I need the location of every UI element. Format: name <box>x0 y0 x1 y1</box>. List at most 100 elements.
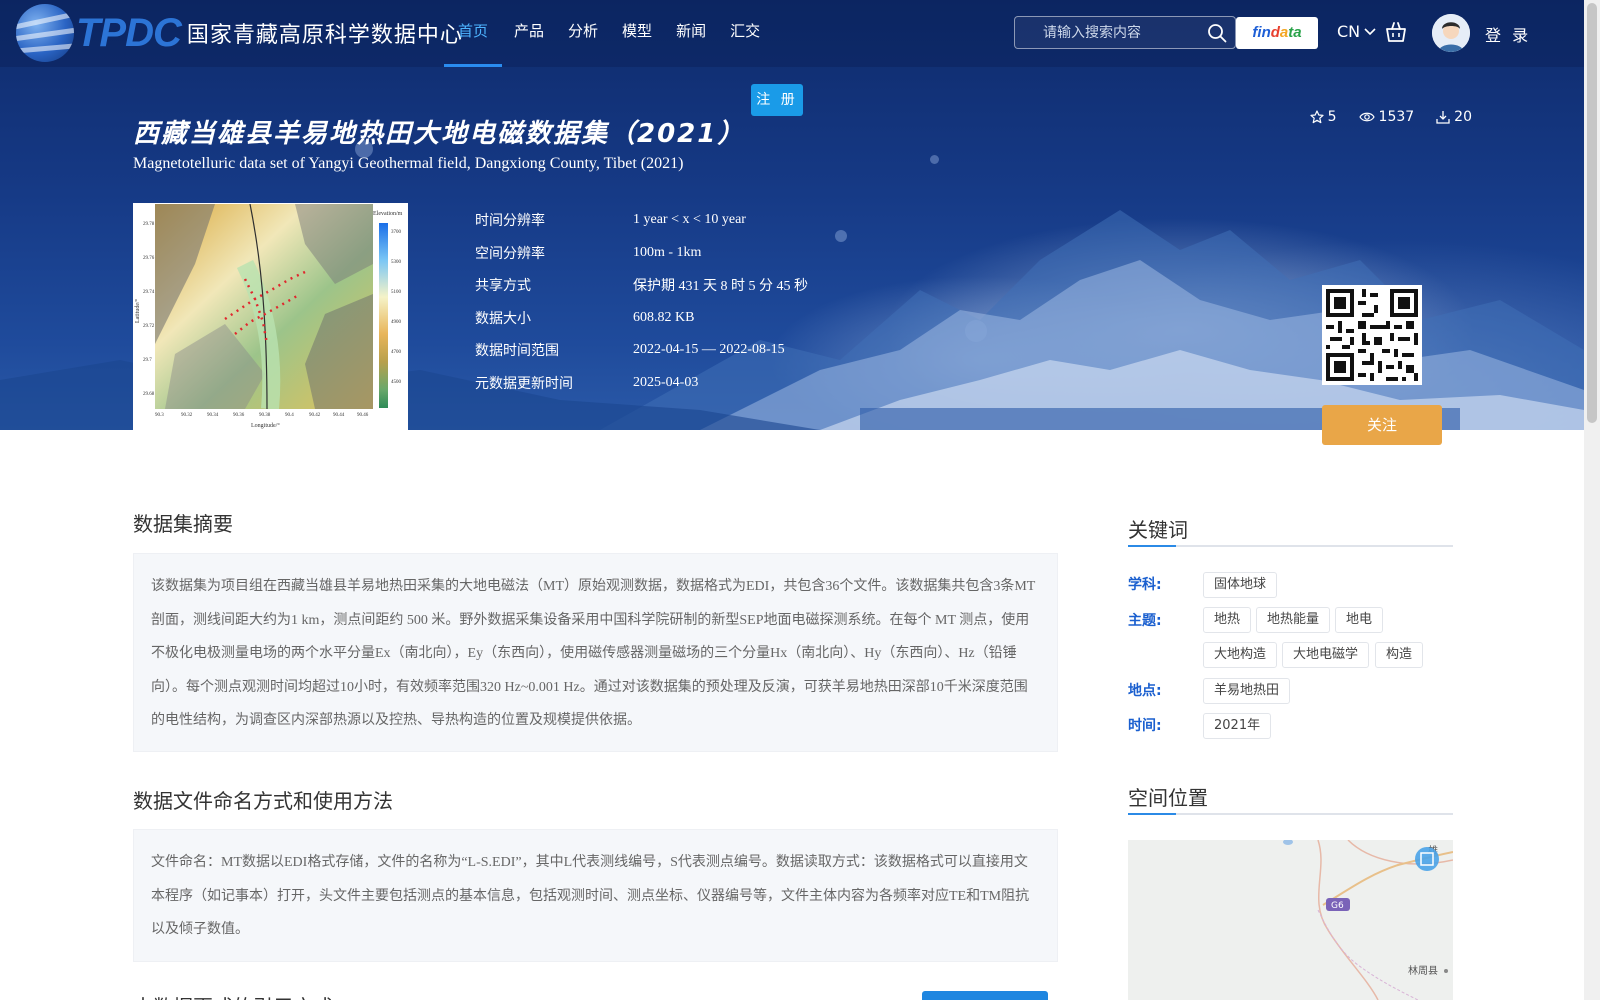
subject-label: 学科: <box>1128 577 1162 593</box>
y-tick: 29.78 <box>143 222 155 227</box>
menu-item-home[interactable]: 首页 <box>444 0 503 67</box>
county-dot <box>1444 969 1448 973</box>
search-icon[interactable] <box>1207 23 1227 43</box>
x-tick: 90.38 <box>259 413 271 418</box>
meta-key: 数据大小 <box>475 310 531 327</box>
y-tick: 29.72 <box>143 324 155 329</box>
search-box <box>1014 16 1236 49</box>
meta-value: 100m - 1km <box>633 244 702 260</box>
keyword-tag[interactable]: 大地电磁学 <box>1282 642 1370 668</box>
search-input[interactable] <box>1043 17 1203 48</box>
dataset-metadata: 时间分辨率 1 year < x < 10 year 空间分辨率 100m - … <box>475 204 808 399</box>
legend-tick: 5300 <box>391 260 402 265</box>
x-tick: 90.34 <box>207 413 219 418</box>
meta-row: 元数据更新时间 2025-04-03 <box>475 367 808 400</box>
meta-value: 2025-04-03 <box>633 374 699 390</box>
findata-part: ta <box>1288 24 1302 41</box>
meta-value: 608.82 KB <box>633 309 695 325</box>
keywords-divider <box>1128 545 1453 547</box>
dataset-title-cn: 西藏当雄县羊易地热田大地电磁数据集（2021） <box>133 119 746 149</box>
abstract-title: 数据集摘要 <box>133 512 233 536</box>
location-title: 空间位置 <box>1128 786 1208 810</box>
user-avatar-icon <box>1432 14 1470 52</box>
meta-value: 2022-04-15 — 2022-08-15 <box>633 342 785 358</box>
view-count-value: 1537 <box>1378 109 1415 125</box>
dataset-stats: 5 1537 20 <box>1310 109 1472 125</box>
avatar[interactable] <box>1432 14 1470 52</box>
findata-part: a <box>1279 24 1289 41</box>
legend-tick: 4500 <box>391 380 402 385</box>
download-count: 20 <box>1436 109 1472 125</box>
findata-button[interactable]: findata <box>1236 17 1318 49</box>
login-link[interactable]: 登 录 <box>1485 22 1531 46</box>
download-icon <box>1436 111 1450 124</box>
road-label: G6 <box>1331 901 1344 911</box>
x-tick: 90.46 <box>357 413 369 418</box>
location-map[interactable]: G6 林周县 雄 <box>1128 840 1453 1000</box>
keyword-tag[interactable]: 地热 <box>1203 607 1252 633</box>
x-axis-label: Longitude/° <box>251 422 280 429</box>
y-tick: 29.68 <box>143 392 155 397</box>
keyword-tag[interactable]: 2021年 <box>1203 713 1272 739</box>
logo-name: 国家青藏高原科学数据中心 <box>186 23 463 48</box>
keyword-tag[interactable]: 构造 <box>1375 642 1424 668</box>
legend-title: Elevation/m <box>373 211 403 217</box>
star-count[interactable]: 5 <box>1310 109 1337 125</box>
meta-row: 数据时间范围 2022-04-15 — 2022-08-15 <box>475 334 808 367</box>
x-tick: 90.44 <box>333 413 345 418</box>
menu-item-models[interactable]: 模型 <box>610 0 664 67</box>
citation-action-button[interactable] <box>922 991 1048 1000</box>
star-count-value: 5 <box>1327 109 1337 125</box>
dataset-title-en: Magnetotelluric data set of Yangyi Geoth… <box>133 155 684 172</box>
keyword-tag[interactable]: 固体地球 <box>1203 572 1278 598</box>
x-tick: 90.3 <box>155 413 164 418</box>
star-icon <box>1310 110 1324 124</box>
eye-icon <box>1358 112 1375 122</box>
findata-part: d <box>1270 24 1280 41</box>
legend-tick: 3700 <box>391 230 402 235</box>
chevron-down-icon <box>1364 27 1376 35</box>
y-tick: 29.76 <box>143 256 155 261</box>
place-label: 地点: <box>1128 683 1162 699</box>
meta-row: 共享方式 保护期 431 天 8 时 5 分 45 秒 <box>475 269 808 302</box>
keyword-tag[interactable]: 羊易地热田 <box>1203 678 1291 704</box>
meta-key: 空间分辨率 <box>475 245 545 262</box>
menu-item-submit[interactable]: 汇交 <box>718 0 772 67</box>
menu-item-news[interactable]: 新闻 <box>664 0 718 67</box>
legend-tick: 4900 <box>391 320 402 325</box>
legend-tick: 4700 <box>391 350 402 355</box>
findata-part: fin <box>1252 24 1271 41</box>
legend-tick: 5100 <box>391 290 402 295</box>
meta-key: 共享方式 <box>475 278 531 295</box>
meta-key: 数据时间范围 <box>475 343 559 360</box>
register-button[interactable]: 注 册 <box>751 84 803 116</box>
x-tick: 90.42 <box>309 413 321 418</box>
cart-icon[interactable] <box>1385 21 1407 43</box>
meta-key: 元数据更新时间 <box>475 375 573 392</box>
meta-row: 时间分辨率 1 year < x < 10 year <box>475 204 808 237</box>
decor-bubble <box>930 155 939 164</box>
top-navbar: TPDC 国家青藏高原科学数据中心 首页 产品 分析 模型 新闻 汇交 find… <box>0 0 1584 67</box>
keyword-tag[interactable]: 大地构造 <box>1203 642 1278 668</box>
dataset-thumbnail[interactable]: Elevation/m 3700 5300 5100 4900 4700 450… <box>133 203 408 431</box>
meta-key: 时间分辨率 <box>475 213 545 230</box>
location-divider <box>1128 813 1453 815</box>
map-marker-icon[interactable] <box>1415 847 1439 871</box>
citation-title: 本数据更式的引用方式 <box>133 991 333 1000</box>
menu-item-analysis[interactable]: 分析 <box>556 0 610 67</box>
map-canvas: G6 林周县 雄 <box>1128 840 1453 1000</box>
menu-item-products[interactable]: 产品 <box>502 0 556 67</box>
county-label: 林周县 <box>1408 964 1438 977</box>
scrollbar-thumb[interactable] <box>1587 3 1597 423</box>
abstract-text: 该数据集为项目组在西藏当雄县羊易地热田采集的大地电磁法（MT）原始观测数据，数据… <box>151 579 1036 728</box>
keyword-tag[interactable]: 地电 <box>1335 607 1384 633</box>
follow-button[interactable]: 关注 <box>1322 405 1442 445</box>
meta-value: 1 year < x < 10 year <box>633 212 746 228</box>
site-logo[interactable]: TPDC 国家青藏高原科学数据中心 <box>16 4 463 62</box>
language-switcher[interactable]: CN <box>1337 22 1376 41</box>
page-scrollbar[interactable] <box>1584 0 1600 1000</box>
naming-text: 文件命名：MT数据以EDI格式存储，文件的名称为“L-S.EDI”，其中L代表测… <box>151 855 1030 937</box>
keyword-tag[interactable]: 地热能量 <box>1256 607 1331 633</box>
naming-title: 数据文件命名方式和使用方法 <box>133 789 393 813</box>
meta-value: 保护期 431 天 8 时 5 分 45 秒 <box>633 279 808 295</box>
